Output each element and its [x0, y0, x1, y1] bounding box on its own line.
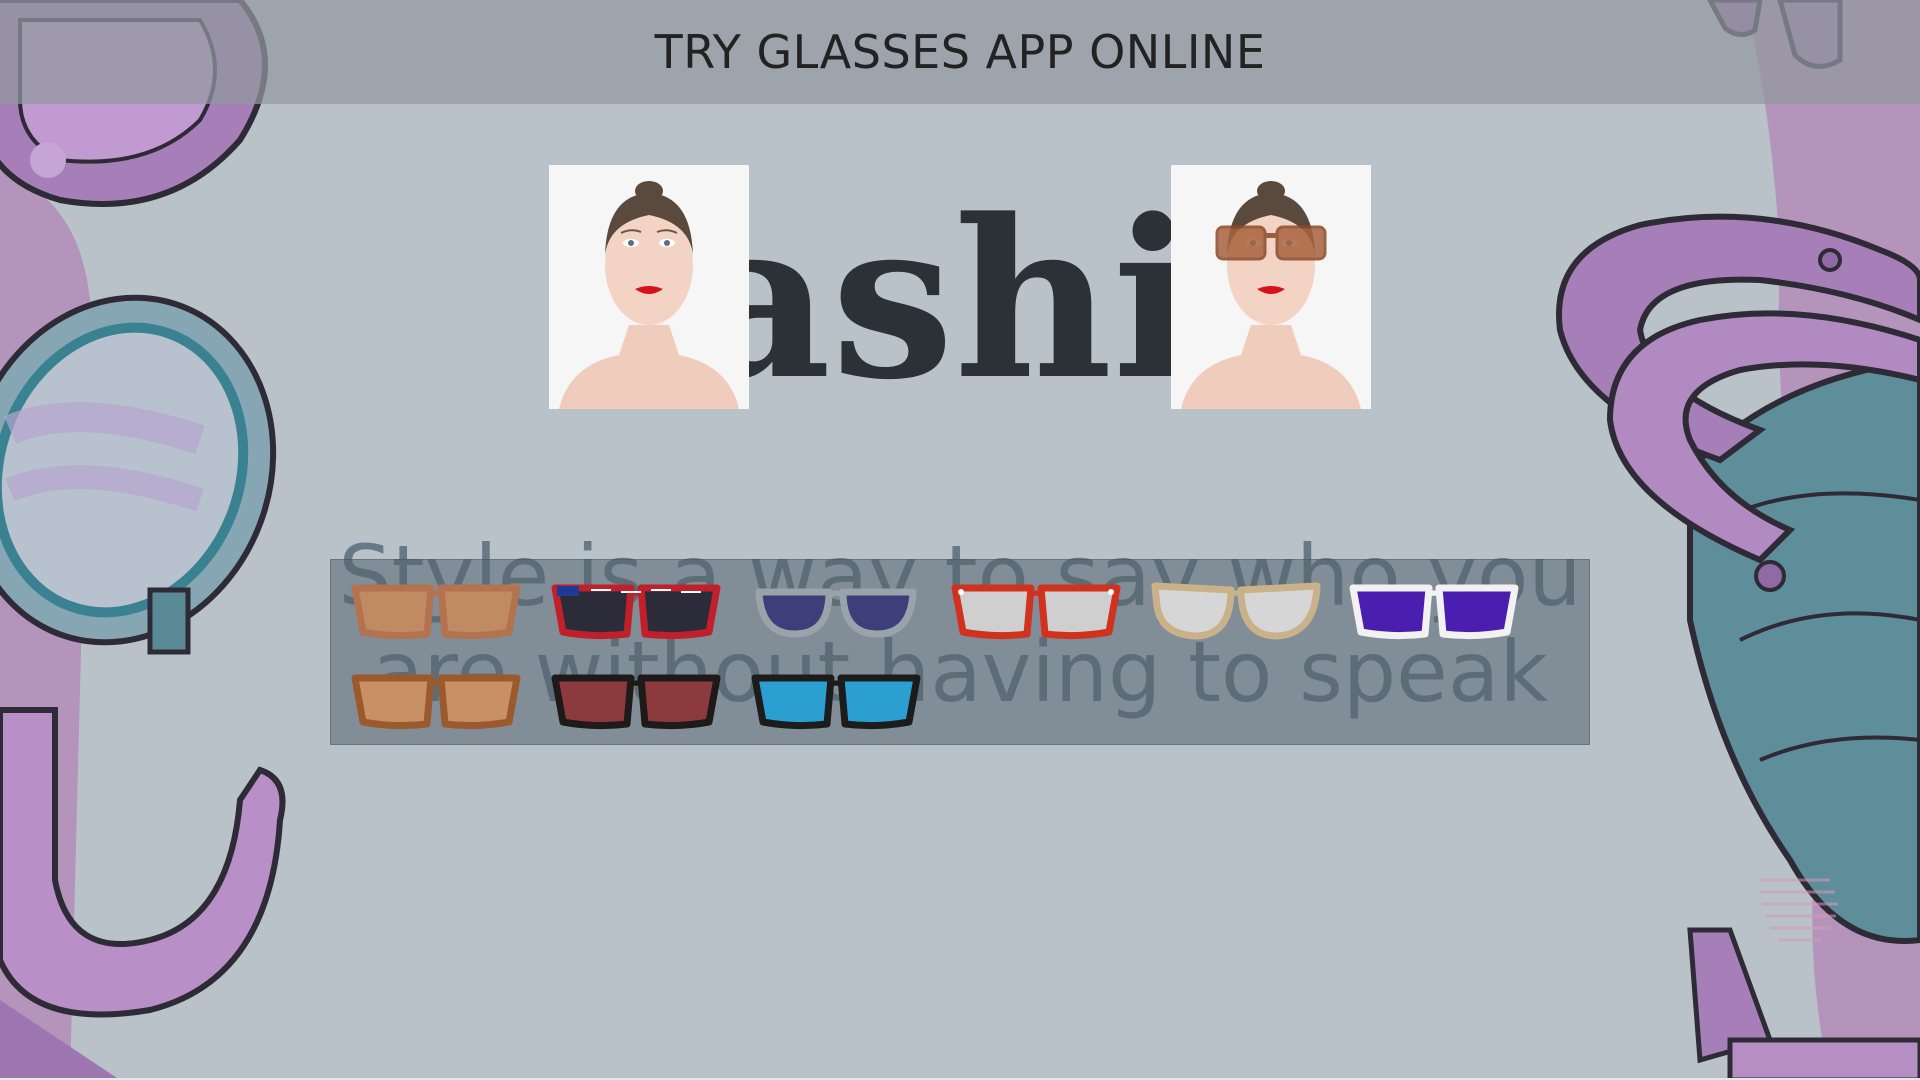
fashion-background-word: ashio — [690, 172, 1250, 428]
glasses-option-usa-flag-sunglasses[interactable] — [551, 578, 721, 642]
app-title: TRY GLASSES APP ONLINE — [654, 25, 1266, 79]
woman-portrait-with-glasses-image — [1171, 165, 1371, 409]
lipstick-decoration — [1687, 927, 1920, 1080]
stripe-circle-decoration — [1760, 878, 1838, 942]
sunglasses-icon — [551, 584, 721, 640]
sunglasses-icon — [1151, 582, 1321, 640]
sunglasses-icon — [351, 674, 521, 730]
woman-portrait-image — [549, 165, 749, 409]
app-header: TRY GLASSES APP ONLINE — [0, 0, 1920, 104]
sunglasses-icon — [751, 674, 921, 730]
photo-before — [549, 165, 749, 409]
glasses-option-brown-wayfarer[interactable] — [351, 578, 521, 642]
glasses-option-white-purple-lens[interactable] — [1349, 578, 1519, 642]
sunglasses-icon — [351, 584, 521, 640]
photo-after — [1171, 165, 1371, 409]
purple-handle-decoration — [0, 707, 286, 1080]
sunglasses-icon — [551, 674, 721, 730]
sunglasses-icon — [1349, 584, 1519, 640]
teal-bag-decoration — [1556, 213, 1920, 944]
teal-hand-mirror-decoration — [0, 294, 277, 655]
glasses-option-black-blue-lens[interactable] — [751, 668, 921, 732]
glasses-option-red-star-frame[interactable] — [951, 578, 1121, 642]
glasses-selection-panel — [330, 559, 1590, 745]
glasses-option-tortoise-brown[interactable] — [351, 668, 521, 732]
sunglasses-icon — [755, 588, 917, 638]
glasses-option-gold-cat-eye[interactable] — [1151, 578, 1321, 642]
sunglasses-icon — [951, 584, 1121, 640]
glasses-option-navy-aviator[interactable] — [751, 578, 921, 642]
glasses-option-black-red-mirror[interactable] — [551, 668, 721, 732]
